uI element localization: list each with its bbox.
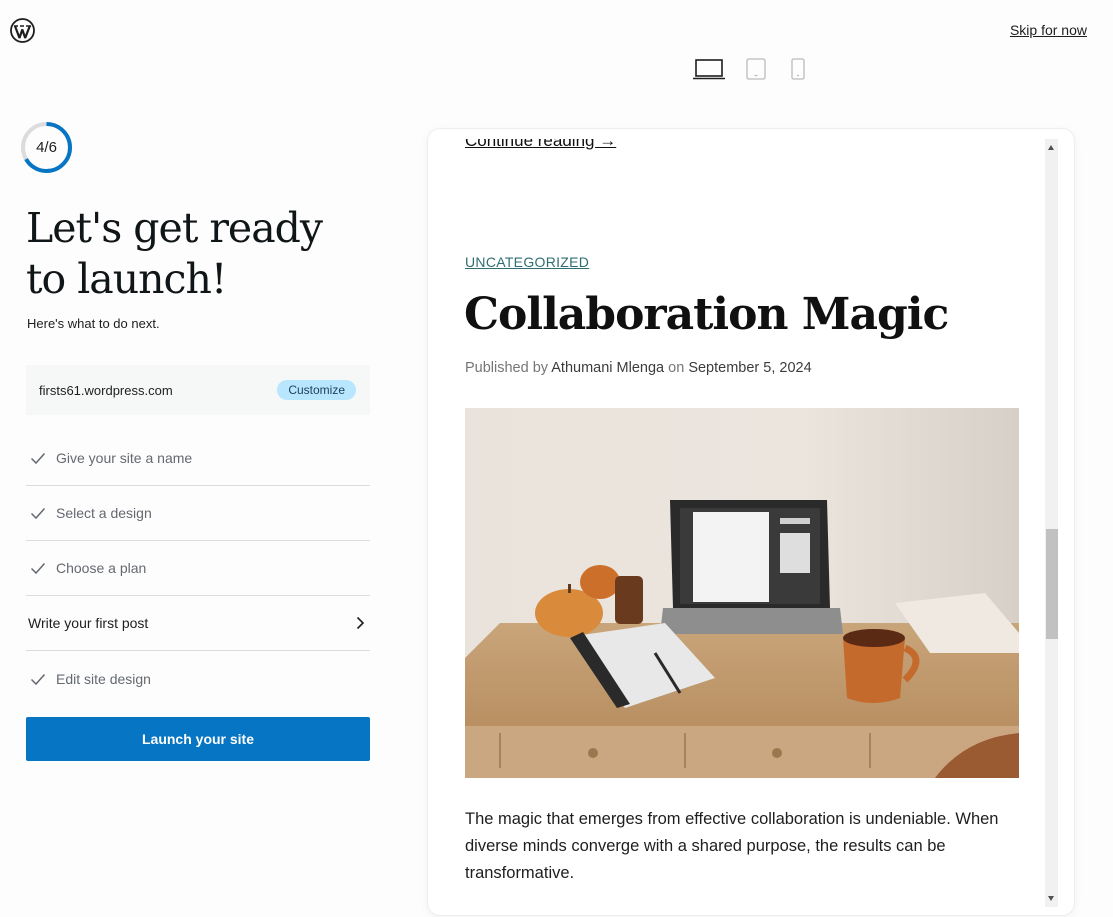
byline-on: on (668, 360, 685, 376)
phone-icon[interactable] (788, 56, 808, 82)
post-date: September 5, 2024 (688, 360, 812, 376)
chevron-right-icon (356, 616, 365, 630)
continue-reading-link[interactable]: Continue reading → (465, 139, 616, 151)
tablet-icon[interactable] (744, 56, 768, 82)
page-subtitle: Here's what to do next. (27, 316, 160, 331)
checklist-item-edit-design[interactable]: Edit site design (26, 651, 370, 706)
preview-viewport[interactable]: Continue reading → UNCATEGORIZED Collabo… (437, 139, 1047, 907)
checklist-item-label: Edit site design (56, 670, 151, 687)
customize-button[interactable]: Customize (277, 380, 356, 400)
post-featured-image (465, 408, 1019, 778)
title-line-2: to launch! (26, 255, 227, 303)
launch-checklist: Give your site a name Select a design Ch… (26, 431, 370, 706)
wordpress-logo-icon[interactable] (10, 18, 35, 43)
site-preview: Continue reading → UNCATEGORIZED Collabo… (428, 129, 1074, 915)
checklist-item-plan[interactable]: Choose a plan (26, 541, 370, 596)
category-link[interactable]: UNCATEGORIZED (465, 254, 589, 270)
checklist-item-design[interactable]: Select a design (26, 486, 370, 541)
checklist-item-first-post[interactable]: Write your first post (26, 596, 370, 651)
skip-for-now-link[interactable]: Skip for now (1010, 22, 1087, 38)
site-url-prefix: firsts61. (39, 382, 85, 398)
launch-site-button[interactable]: Launch your site (26, 717, 370, 761)
scroll-up-icon[interactable] (1048, 145, 1054, 150)
site-url: firsts61.wordpress.com (39, 383, 173, 398)
post-title[interactable]: Collaboration Magic (464, 289, 949, 340)
checkmark-icon (30, 562, 46, 575)
checkmark-icon (30, 673, 46, 685)
checkmark-icon (30, 507, 46, 520)
post-excerpt: The magic that emerges from effective co… (465, 810, 999, 882)
site-url-domain: wordpress.com (84, 382, 173, 398)
scroll-thumb[interactable] (1046, 529, 1058, 639)
checklist-item-label: Select a design (56, 505, 152, 521)
post-author[interactable]: Athumani Mlenga (551, 360, 664, 376)
preview-scrollbar[interactable] (1045, 139, 1058, 907)
page-title: Let's get ready to launch! (26, 203, 366, 305)
desktop-icon[interactable] (690, 56, 728, 82)
post-byline: Published by Athumani Mlenga on Septembe… (465, 360, 812, 376)
progress-label: 4/6 (36, 139, 57, 156)
scroll-down-icon[interactable] (1048, 896, 1054, 901)
byline-prefix: Published by (465, 360, 549, 376)
title-line-1: Let's get ready (26, 204, 323, 252)
checklist-item-label: Choose a plan (56, 560, 147, 576)
checkmark-icon (30, 452, 46, 465)
checklist-item-site-name[interactable]: Give your site a name (26, 431, 370, 486)
checklist-item-label: Give your site a name (56, 450, 193, 466)
site-card: firsts61.wordpress.com Customize (26, 365, 370, 415)
device-switcher (690, 56, 808, 82)
checklist-item-label: Write your first post (28, 615, 149, 631)
